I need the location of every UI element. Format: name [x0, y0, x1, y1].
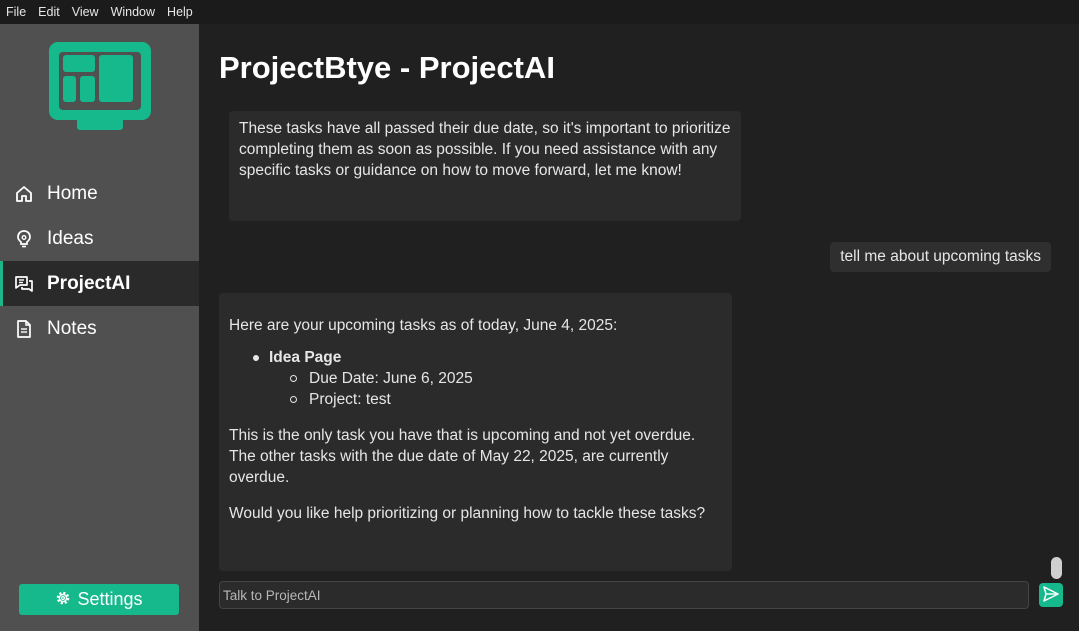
- settings-button[interactable]: Settings: [19, 584, 179, 615]
- gear-icon: [55, 590, 71, 609]
- task-project: Project: test: [309, 391, 391, 408]
- task-due-date: Due Date: June 6, 2025: [309, 370, 473, 387]
- document-icon: [14, 319, 34, 339]
- sidebar-item-ideas[interactable]: Ideas: [0, 216, 199, 261]
- sidebar-item-label: Home: [47, 182, 98, 204]
- sidebar-item-projectai[interactable]: ProjectAI: [0, 261, 199, 306]
- menu-bar: File Edit View Window Help: [0, 0, 1079, 24]
- message-paragraph: This is the only task you have that is u…: [229, 427, 696, 486]
- message-text: tell me about upcoming tasks: [840, 248, 1041, 265]
- list-item: Due Date: June 6, 2025: [290, 368, 722, 389]
- settings-label: Settings: [77, 589, 143, 609]
- menu-help[interactable]: Help: [167, 5, 193, 19]
- chat-icon: [14, 274, 34, 294]
- menu-file[interactable]: File: [6, 5, 26, 19]
- circle-bullet-icon: [290, 375, 297, 382]
- message-text: These tasks have all passed their due da…: [239, 120, 731, 179]
- user-message: tell me about upcoming tasks: [830, 242, 1051, 272]
- chat-panel: ProjectBtye - ProjectAI These tasks have…: [199, 24, 1079, 631]
- list-item: Idea Page: [253, 347, 722, 368]
- lightbulb-icon: [14, 229, 34, 249]
- task-title: Idea Page: [269, 349, 342, 366]
- message-paragraph: Would you like help prioritizing or plan…: [229, 505, 706, 522]
- send-icon: [1042, 585, 1060, 606]
- menu-window[interactable]: Window: [111, 5, 155, 19]
- menu-edit[interactable]: Edit: [38, 5, 60, 19]
- assistant-message: These tasks have all passed their due da…: [229, 111, 741, 221]
- home-icon: [14, 184, 34, 204]
- bullet-icon: [253, 354, 259, 361]
- sidebar: Home Ideas ProjectAI Notes Settings: [0, 24, 199, 631]
- assistant-message: Here are your upcoming tasks as of today…: [219, 293, 732, 571]
- sidebar-item-notes[interactable]: Notes: [0, 306, 199, 351]
- menu-view[interactable]: View: [72, 5, 99, 19]
- task-details: Due Date: June 6, 2025 Project: test: [269, 368, 722, 410]
- scrollbar-thumb[interactable]: [1051, 557, 1062, 579]
- message-intro: Here are your upcoming tasks as of today…: [229, 317, 618, 334]
- dashboard-monitor-icon: [47, 40, 153, 134]
- circle-bullet-icon: [290, 396, 297, 403]
- sidebar-item-label: ProjectAI: [47, 272, 131, 294]
- sidebar-item-label: Notes: [47, 317, 97, 339]
- send-button[interactable]: [1039, 583, 1063, 607]
- list-item: Project: test: [290, 389, 722, 410]
- sidebar-item-home[interactable]: Home: [0, 171, 199, 216]
- sidebar-item-label: Ideas: [47, 227, 94, 249]
- page-title: ProjectBtye - ProjectAI: [219, 50, 555, 85]
- task-list: Idea Page Due Date: June 6, 2025 Project…: [229, 347, 722, 410]
- chat-input[interactable]: [219, 581, 1029, 609]
